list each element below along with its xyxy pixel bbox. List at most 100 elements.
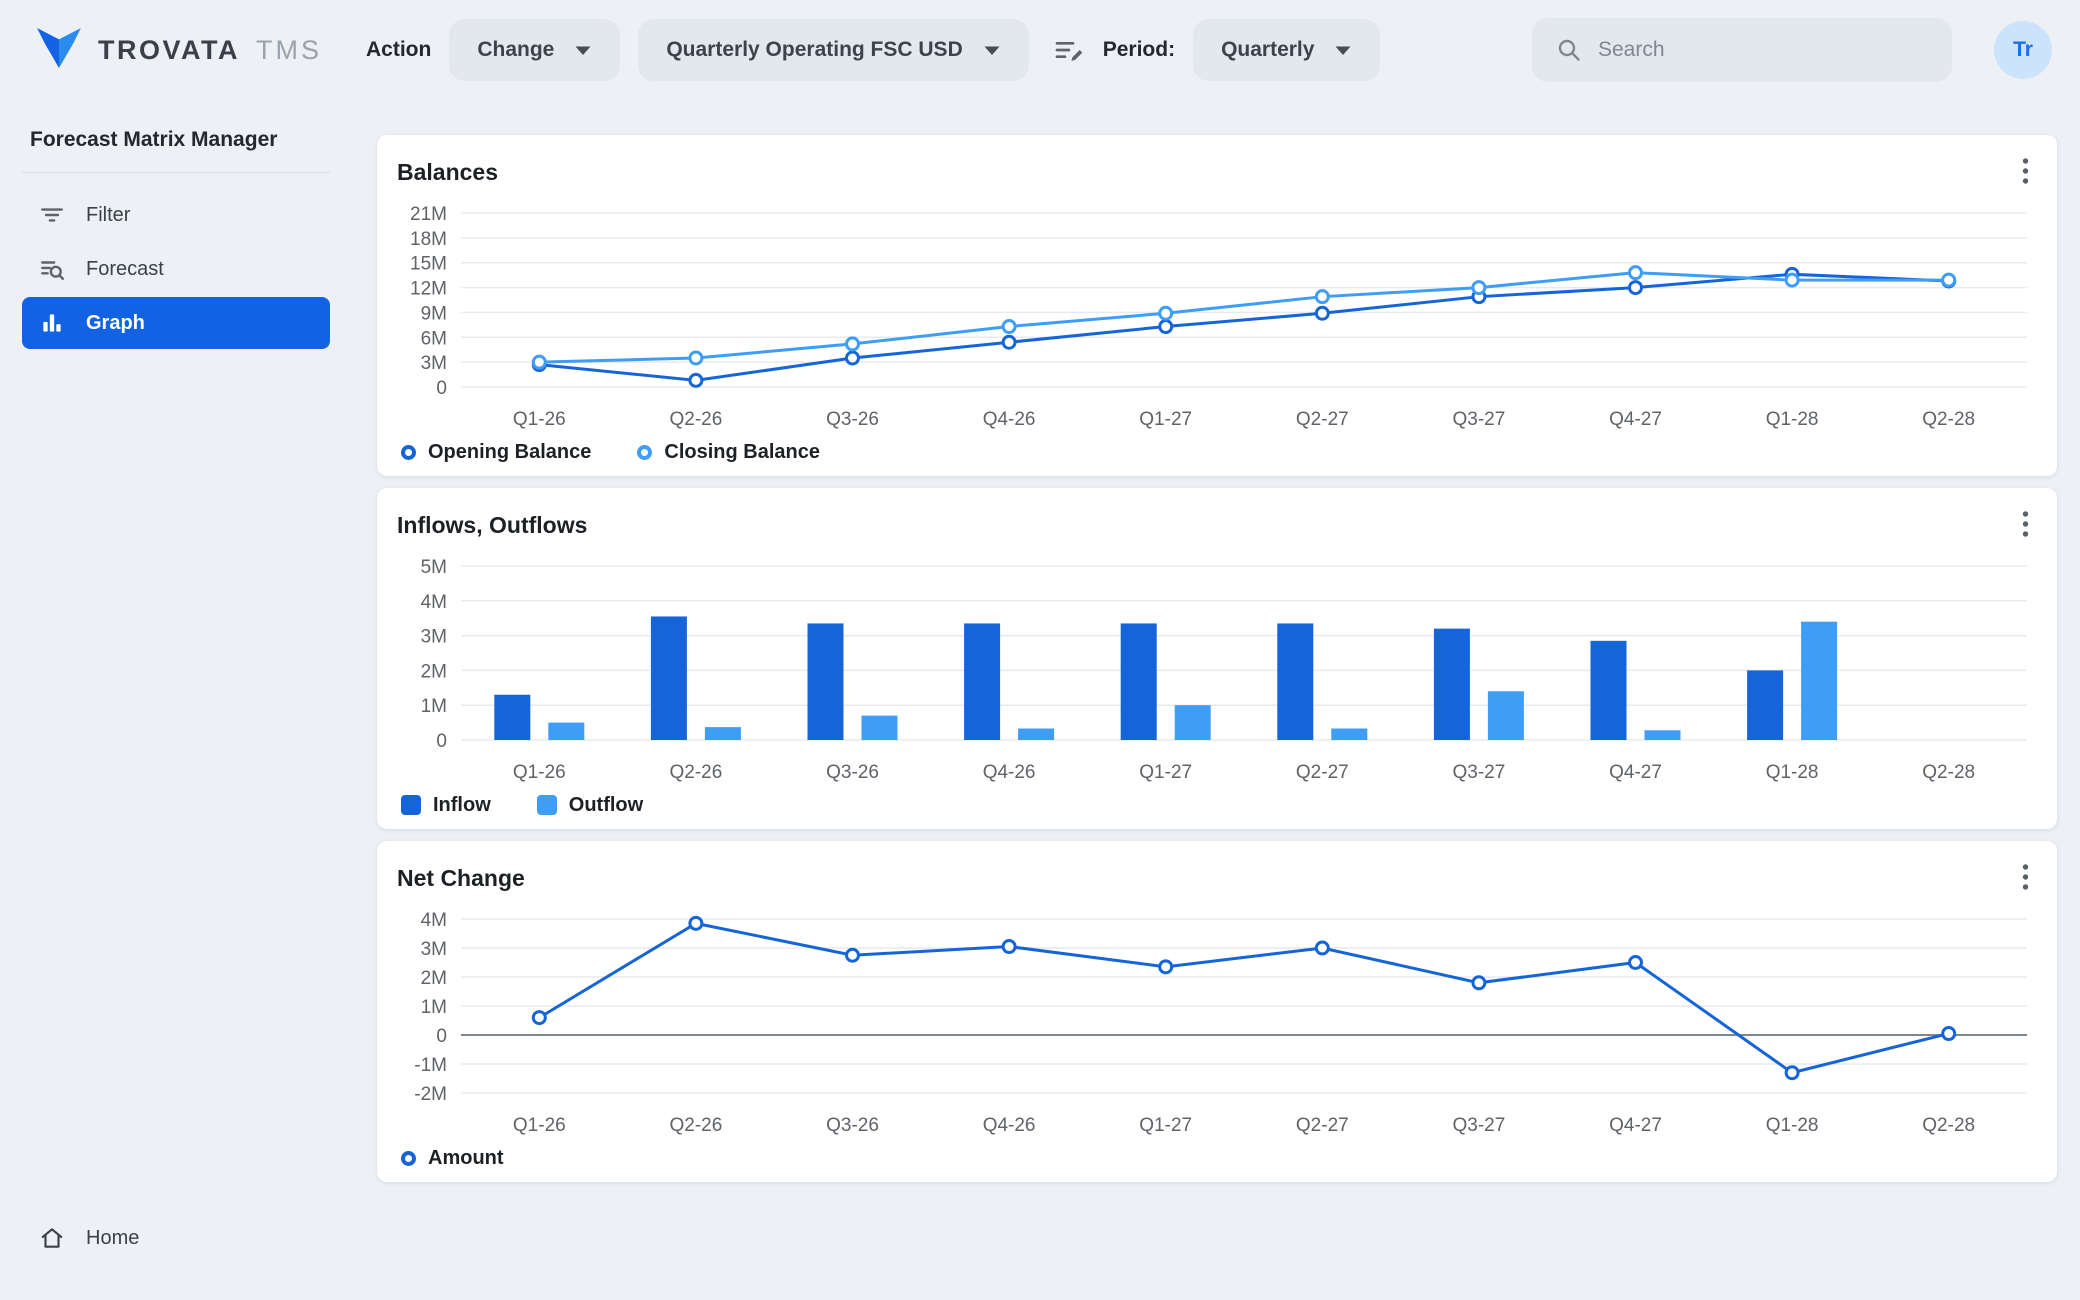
change-dropdown-value: Change [477, 38, 554, 62]
svg-text:Q4-26: Q4-26 [983, 409, 1036, 429]
chart-title-net-change: Net Change [397, 865, 525, 892]
legend-label: Closing Balance [664, 441, 820, 464]
svg-text:Q2-28: Q2-28 [1922, 762, 1975, 782]
svg-text:6M: 6M [421, 328, 447, 349]
brand: TROVATA TMS [36, 27, 366, 74]
chart-menu-button[interactable] [2014, 859, 2037, 898]
charts-panel: Balances 03M6M9M12M15M18M21MQ1-26Q2-26Q3… [377, 135, 2057, 1182]
svg-text:2M: 2M [421, 661, 447, 682]
svg-text:Q4-27: Q4-27 [1609, 1115, 1662, 1135]
balances-card: Balances 03M6M9M12M15M18M21MQ1-26Q2-26Q3… [377, 135, 2057, 476]
svg-text:0: 0 [436, 378, 447, 399]
svg-text:Q1-26: Q1-26 [513, 409, 566, 429]
legend-item-opening-balance[interactable]: Opening Balance [401, 441, 591, 464]
change-dropdown[interactable]: Change [449, 19, 620, 81]
legend-label: Amount [428, 1147, 504, 1170]
filter-icon [38, 201, 66, 229]
svg-text:15M: 15M [410, 254, 447, 275]
svg-text:Q1-26: Q1-26 [513, 1115, 566, 1135]
sidebar-item-label: Forecast [86, 258, 164, 281]
svg-text:3M: 3M [421, 353, 447, 374]
chevron-down-icon [983, 45, 1001, 56]
sidebar-item-graph[interactable]: Graph [22, 297, 330, 349]
inflows-outflows-card: Inflows, Outflows 01M2M3M4M5MQ1-26Q2-26Q… [377, 488, 2057, 829]
svg-text:Q4-26: Q4-26 [983, 762, 1036, 782]
net-change-chart: -2M-1M01M2M3M4MQ1-26Q2-26Q3-26Q4-26Q1-27… [397, 897, 2037, 1135]
svg-text:Q1-28: Q1-28 [1766, 1115, 1819, 1135]
user-avatar[interactable]: Tr [1994, 21, 2052, 79]
kebab-icon [2022, 157, 2029, 185]
svg-text:12M: 12M [410, 279, 447, 300]
search-bar[interactable] [1532, 18, 1952, 82]
svg-text:Q2-28: Q2-28 [1922, 409, 1975, 429]
svg-text:Q2-28: Q2-28 [1922, 1115, 1975, 1135]
legend-label: Opening Balance [428, 441, 591, 464]
svg-text:Q2-27: Q2-27 [1296, 409, 1349, 429]
legend-item-closing-balance[interactable]: Closing Balance [637, 441, 820, 464]
svg-text:Q1-28: Q1-28 [1766, 762, 1819, 782]
svg-text:-2M: -2M [414, 1084, 447, 1105]
sidebar-item-filter[interactable]: Filter [22, 189, 330, 241]
kebab-icon [2022, 863, 2029, 891]
svg-text:18M: 18M [410, 229, 447, 250]
scenario-dropdown[interactable]: Quarterly Operating FSC USD [638, 19, 1028, 81]
svg-text:9M: 9M [421, 303, 447, 324]
sidebar-item-label: Home [86, 1227, 139, 1250]
search-icon [1556, 37, 1582, 63]
svg-text:Q2-27: Q2-27 [1296, 762, 1349, 782]
legend-item-amount[interactable]: Amount [401, 1147, 504, 1170]
search-input[interactable] [1598, 38, 1928, 62]
svg-text:3M: 3M [421, 627, 447, 648]
sidebar: Forecast Matrix Manager Filter [0, 100, 352, 1300]
svg-text:Q2-26: Q2-26 [669, 1115, 722, 1135]
period-dropdown-value: Quarterly [1221, 38, 1314, 62]
sidebar-item-forecast[interactable]: Forecast [22, 243, 330, 295]
legend-label: Inflow [433, 794, 491, 817]
svg-text:1M: 1M [421, 696, 447, 717]
brand-name: TROVATA [98, 35, 240, 66]
svg-text:21M: 21M [410, 204, 447, 225]
svg-text:Q1-26: Q1-26 [513, 762, 566, 782]
legend-square-swatch [401, 795, 421, 815]
chevron-down-icon [1334, 45, 1352, 56]
chart-menu-button[interactable] [2014, 506, 2037, 545]
svg-text:Q3-27: Q3-27 [1452, 762, 1505, 782]
chart-title-inflows-outflows: Inflows, Outflows [397, 512, 587, 539]
legend-label: Outflow [569, 794, 643, 817]
bar-chart-icon [38, 309, 66, 337]
svg-text:Q4-27: Q4-27 [1609, 409, 1662, 429]
sidebar-title: Forecast Matrix Manager [22, 128, 330, 152]
trovata-logo-icon [36, 27, 82, 74]
legend-circle-swatch [401, 1151, 416, 1166]
sidebar-item-label: Filter [86, 204, 130, 227]
legend-item-outflow[interactable]: Outflow [537, 794, 643, 817]
svg-text:1M: 1M [421, 997, 447, 1018]
chevron-down-icon [574, 45, 592, 56]
forecast-search-icon [38, 255, 66, 283]
action-label: Action [366, 38, 431, 62]
balances-chart: 0 3M 6M 9M 12M 15M 18M 21M Q1-26 Q2-26 Q3-26 Q4-26 Q… [397, 191, 2037, 429]
net-change-legend: Amount [397, 1135, 2037, 1181]
legend-circle-swatch [401, 445, 416, 460]
chart-menu-button[interactable] [2014, 153, 2037, 192]
svg-text:Q3-27: Q3-27 [1452, 409, 1505, 429]
legend-square-swatch [537, 795, 557, 815]
svg-text:Q1-28: Q1-28 [1766, 409, 1819, 429]
svg-text:4M: 4M [421, 592, 447, 613]
edit-list-icon[interactable] [1047, 28, 1091, 72]
svg-text:4M: 4M [421, 910, 447, 931]
svg-text:Q3-26: Q3-26 [826, 409, 879, 429]
svg-text:5M: 5M [421, 557, 447, 578]
svg-text:Q2-26: Q2-26 [669, 409, 722, 429]
inflows-outflows-chart: 01M2M3M4M5MQ1-26Q2-26Q3-26Q4-26Q1-27Q2-2… [397, 544, 2037, 782]
sidebar-item-home[interactable]: Home [22, 1212, 330, 1264]
sidebar-item-label: Graph [86, 312, 145, 335]
period-dropdown[interactable]: Quarterly [1193, 19, 1380, 81]
legend-item-inflow[interactable]: Inflow [401, 794, 491, 817]
brand-suffix: TMS [256, 35, 322, 66]
svg-text:3M: 3M [421, 939, 447, 960]
svg-text:Q4-27: Q4-27 [1609, 762, 1662, 782]
svg-text:0: 0 [436, 731, 447, 752]
svg-text:Q4-26: Q4-26 [983, 1115, 1036, 1135]
kebab-icon [2022, 510, 2029, 538]
